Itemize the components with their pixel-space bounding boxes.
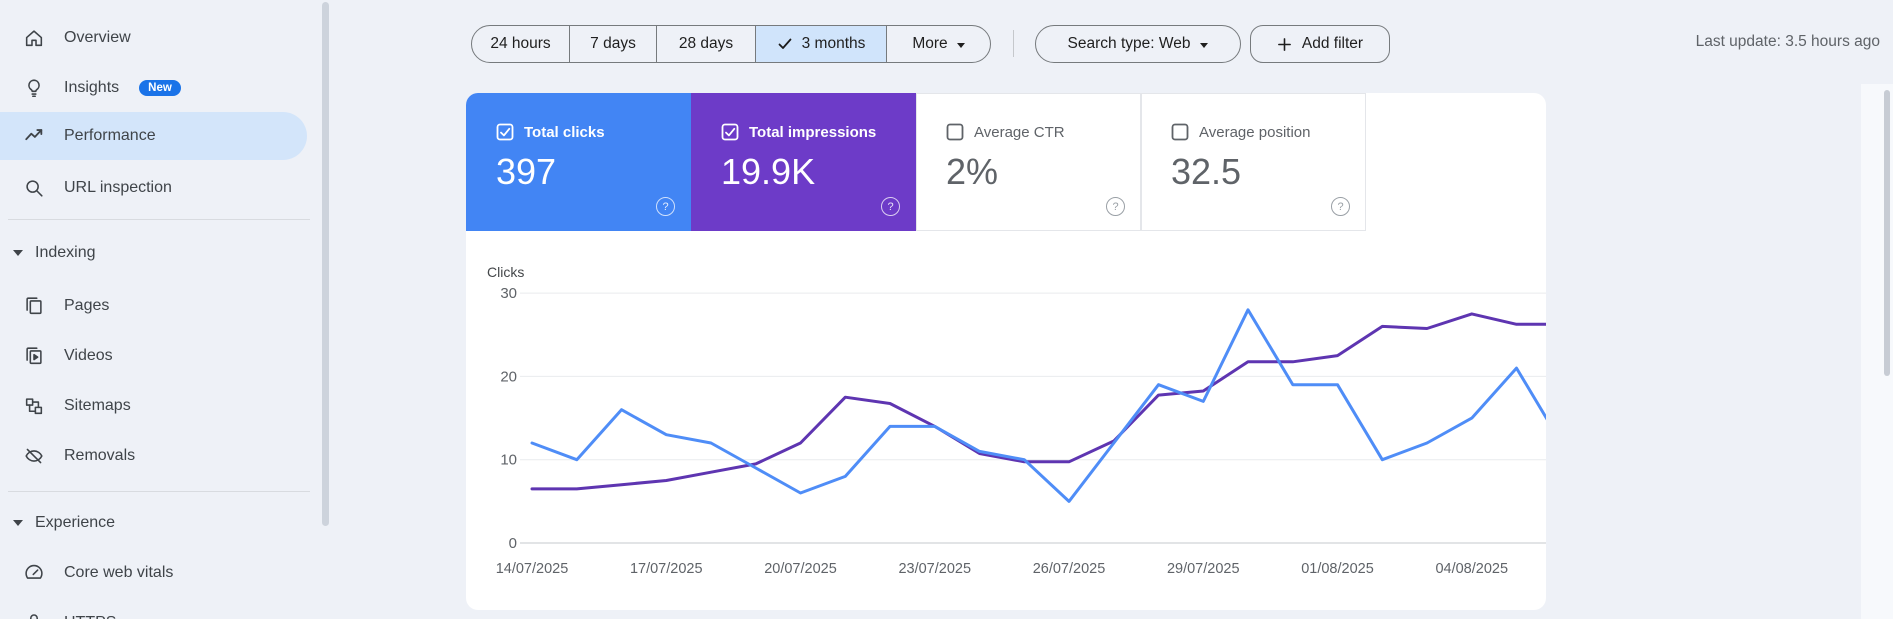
sidebar-item-label: Sitemaps bbox=[64, 397, 131, 414]
help-icon[interactable]: ? bbox=[881, 197, 900, 216]
sidebar-item-removals[interactable]: Removals bbox=[0, 432, 307, 480]
metric-tile-total-impressions[interactable]: Total impressions 19.9K ? bbox=[691, 93, 916, 231]
sidebar-item-performance[interactable]: Performance bbox=[0, 112, 307, 160]
sidebar-item-insights[interactable]: Insights New bbox=[0, 64, 307, 112]
metric-label: Average CTR bbox=[974, 123, 1065, 141]
pages-icon bbox=[22, 294, 46, 318]
metric-label: Total clicks bbox=[524, 123, 605, 141]
range-more-dropdown[interactable]: More bbox=[886, 26, 990, 62]
svg-text:26/07/2025: 26/07/2025 bbox=[1033, 561, 1106, 577]
sidebar-item-core-web-vitals[interactable]: Core web vitals bbox=[0, 549, 307, 597]
range-label: 3 months bbox=[801, 35, 866, 52]
new-badge: New bbox=[139, 80, 181, 96]
metric-value: 2% bbox=[946, 151, 999, 192]
svg-text:01/08/2025: 01/08/2025 bbox=[1301, 561, 1374, 577]
lightbulb-icon bbox=[22, 76, 46, 100]
check-icon bbox=[778, 38, 792, 49]
svg-text:14/07/2025: 14/07/2025 bbox=[496, 561, 569, 577]
more-label: More bbox=[912, 35, 948, 52]
home-icon bbox=[22, 26, 46, 50]
sidebar-item-videos[interactable]: Videos bbox=[0, 332, 307, 380]
sidebar-divider bbox=[8, 219, 310, 220]
search-type-label: Search type: Web bbox=[1067, 35, 1191, 52]
sidebar-item-label: Pages bbox=[64, 297, 110, 314]
checkbox-checked-icon[interactable] bbox=[721, 123, 739, 141]
performance-report-card: Total clicks 397 ? Total impressions 19.… bbox=[466, 93, 1546, 610]
chevron-down-icon bbox=[1200, 42, 1209, 48]
help-icon[interactable]: ? bbox=[1331, 197, 1350, 216]
eye-off-icon bbox=[22, 444, 46, 468]
sidebar-item-url-inspection[interactable]: URL inspection bbox=[0, 164, 307, 212]
sidebar-item-pages[interactable]: Pages bbox=[0, 282, 307, 330]
metric-value: 397 bbox=[496, 151, 557, 192]
svg-text:23/07/2025: 23/07/2025 bbox=[898, 561, 971, 577]
speedometer-icon bbox=[22, 561, 46, 585]
sidebar-item-label: HTTPS bbox=[64, 614, 116, 619]
toolbar-divider bbox=[1013, 30, 1014, 57]
svg-text:04/08/2025: 04/08/2025 bbox=[1435, 561, 1508, 577]
add-filter-label: Add filter bbox=[1301, 35, 1364, 52]
sidebar-section-experience[interactable]: Experience bbox=[0, 499, 307, 547]
help-icon[interactable]: ? bbox=[656, 197, 675, 216]
metric-tile-average-position[interactable]: Average position 32.5 ? bbox=[1141, 93, 1366, 231]
range-label: 28 days bbox=[678, 35, 734, 52]
checkbox-checked-icon[interactable] bbox=[496, 123, 514, 141]
checkbox-unchecked-icon[interactable] bbox=[1171, 123, 1189, 141]
svg-text:17/07/2025: 17/07/2025 bbox=[630, 561, 703, 577]
svg-text:0: 0 bbox=[509, 535, 517, 552]
metric-label: Average position bbox=[1199, 123, 1311, 141]
sidebar-item-sitemaps[interactable]: Sitemaps bbox=[0, 382, 307, 430]
metric-value: 19.9K bbox=[721, 151, 816, 192]
range-28-days[interactable]: 28 days bbox=[656, 26, 755, 62]
search-icon bbox=[22, 176, 46, 200]
sidebar-item-https[interactable]: HTTPS bbox=[0, 599, 307, 619]
lock-icon bbox=[22, 611, 46, 619]
sidebar-section-label: Indexing bbox=[35, 244, 96, 261]
metric-value: 32.5 bbox=[1171, 151, 1242, 192]
svg-text:Clicks: Clicks bbox=[487, 264, 524, 280]
range-label: 24 hours bbox=[490, 35, 551, 52]
sidebar-item-label: Removals bbox=[64, 447, 136, 464]
sidebar-item-overview[interactable]: Overview bbox=[0, 14, 307, 62]
date-range-group: 24 hours 7 days 28 days 3 months More bbox=[471, 25, 991, 63]
chevron-down-icon bbox=[13, 520, 23, 526]
sidebar-item-label: Overview bbox=[64, 29, 131, 46]
add-filter-button[interactable]: Add filter bbox=[1250, 25, 1390, 63]
performance-trend-icon bbox=[22, 124, 46, 148]
page-scrollbar-thumb[interactable] bbox=[1884, 90, 1890, 376]
svg-text:20/07/2025: 20/07/2025 bbox=[764, 561, 837, 577]
sidebar-section-label: Experience bbox=[35, 514, 116, 531]
search-console-performance-page: Overview Insights New Performance URL in… bbox=[0, 0, 1893, 619]
sidebar-item-label: Videos bbox=[64, 347, 113, 364]
sidebar-item-label: URL inspection bbox=[64, 179, 172, 196]
sidebar-item-label: Core web vitals bbox=[64, 564, 174, 581]
sitemap-icon bbox=[22, 394, 46, 418]
metric-tile-average-ctr[interactable]: Average CTR 2% ? bbox=[916, 93, 1141, 231]
svg-text:29/07/2025: 29/07/2025 bbox=[1167, 561, 1240, 577]
metric-tile-total-clicks[interactable]: Total clicks 397 ? bbox=[466, 93, 691, 231]
svg-text:20: 20 bbox=[500, 368, 517, 385]
sidebar-divider bbox=[8, 491, 310, 492]
sidebar-scrollbar[interactable] bbox=[322, 2, 329, 526]
plus-icon bbox=[1277, 37, 1291, 51]
chevron-down-icon bbox=[13, 250, 23, 256]
help-icon[interactable]: ? bbox=[1106, 197, 1125, 216]
range-label: 7 days bbox=[590, 35, 636, 52]
video-icon bbox=[22, 344, 46, 368]
checkbox-unchecked-icon[interactable] bbox=[946, 123, 964, 141]
svg-text:10: 10 bbox=[500, 452, 517, 469]
sidebar-item-label: Insights bbox=[64, 79, 120, 96]
clicks-impressions-line-chart: 301.2K20800104000014/07/202517/07/202520… bbox=[487, 264, 1546, 577]
svg-text:30: 30 bbox=[500, 285, 517, 302]
sidebar-section-indexing[interactable]: Indexing bbox=[0, 229, 307, 277]
last-update-text: Last update: 3.5 hours ago bbox=[1695, 33, 1880, 50]
range-3-months[interactable]: 3 months bbox=[755, 26, 886, 62]
sidebar-item-label: Performance bbox=[64, 127, 156, 144]
search-type-dropdown[interactable]: Search type: Web bbox=[1035, 25, 1241, 63]
range-24-hours[interactable]: 24 hours bbox=[472, 26, 569, 62]
chevron-down-icon bbox=[956, 42, 965, 48]
range-7-days[interactable]: 7 days bbox=[569, 26, 656, 62]
metric-label: Total impressions bbox=[749, 123, 877, 141]
